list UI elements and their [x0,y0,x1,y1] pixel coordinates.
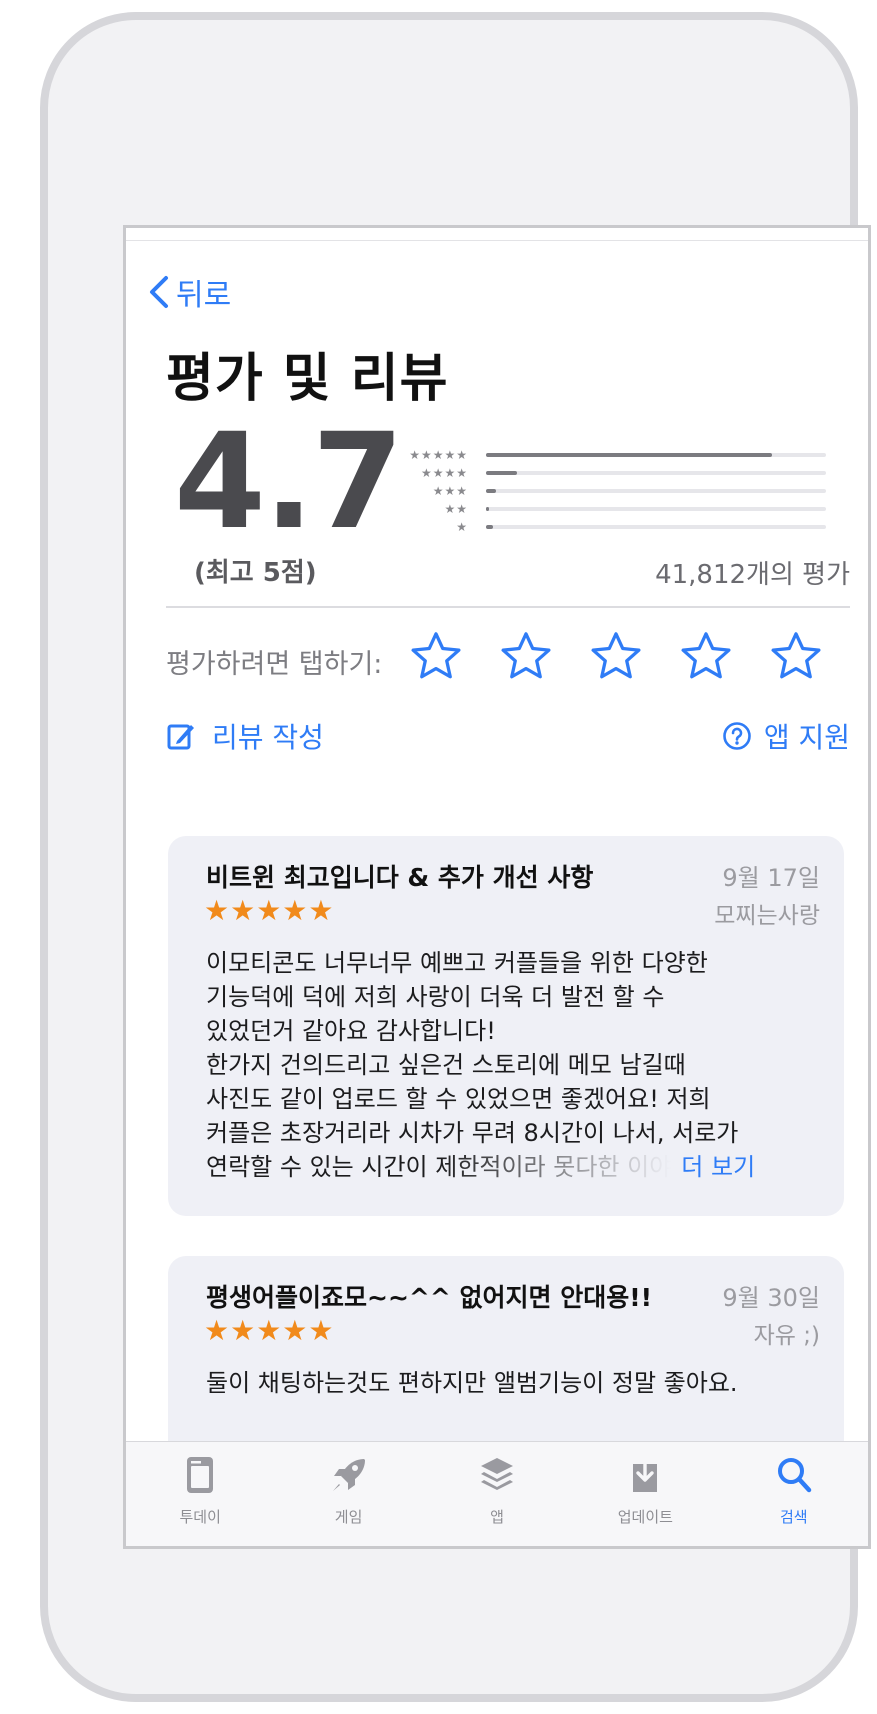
review-line: 한가지 건의드리고 싶은건 스토리에 메모 남길때 [206,1051,686,1079]
review-date: 9월 30일 [722,1284,820,1312]
review-line: 기능덕에 덕에 저희 사랑이 더욱 더 발전 할 수 [206,983,665,1011]
distribution-row-2: ★★ [396,500,868,518]
tab-search[interactable]: 검색 [734,1442,854,1546]
page-title: 평가 및 리뷰 [166,349,449,409]
download-icon [633,1456,658,1492]
review-line: 이모티콘도 너무너무 예쁘고 커플들을 위한 다양한 [206,949,708,977]
write-review-button[interactable]: 리뷰 작성 [166,716,324,756]
tab-bar: 투데이 게임 앱 업데이트 검색 [126,1441,868,1546]
distribution-bar [486,507,490,511]
rating-scale: (최고 5점) [194,558,317,588]
distribution-bar [486,489,497,493]
review-last-line-row: 연락할 수 있는 시간이 제한적이라 못다한 이야 더 보기 [206,1150,826,1184]
divider [166,606,850,608]
rating-count: 41,812개의 평가 [655,560,850,590]
tab-games[interactable]: 게임 [289,1442,409,1546]
distribution-stars: ★★★★★ [409,448,468,462]
average-rating: 4.7 [174,405,404,559]
rate-star-4-icon[interactable] [678,628,734,684]
tab-updates[interactable]: 업데이트 [585,1442,705,1546]
tab-label: 업데이트 [617,1508,673,1526]
review-author: 자유 ;) [753,1323,820,1349]
distribution-track [486,507,826,511]
more-link[interactable]: 더 보기 [681,1150,755,1184]
status-bar [126,228,868,241]
review-body: 둘이 채팅하는것도 편하지만 앨범기능이 정말 좋아요. [206,1366,826,1400]
review-stars: ★★★★★ [204,894,335,927]
review-line: 사진도 같이 업로드 할 수 있었으면 좋겠어요! 저희 [206,1085,711,1113]
tap-to-rate-stars [408,628,824,684]
distribution-track [486,453,826,457]
rating-distribution: ★★★★★ ★★★★ ★★★ ★★ ★ [396,446,868,536]
tab-label: 앱 [490,1508,504,1526]
distribution-row-5: ★★★★★ [396,446,868,464]
layers-icon [480,1458,513,1490]
app-support-button[interactable]: 앱 지원 [722,716,850,756]
back-label: 뒤로 [176,278,232,313]
review-date: 9월 17일 [722,864,820,892]
rate-star-3-icon[interactable] [588,628,644,684]
review-body: 이모티콘도 너무너무 예쁘고 커플들을 위한 다양한 기능덕에 덕에 저희 사랑… [206,946,826,1184]
distribution-stars: ★ [456,520,468,534]
rate-star-5-icon[interactable] [768,628,824,684]
app-screen: 뒤로 평가 및 리뷰 4.7 (최고 5점) ★★★★★ ★★★★ ★★★ ★★ [123,225,871,1549]
rate-star-1-icon[interactable] [408,628,464,684]
tab-apps[interactable]: 앱 [437,1442,557,1546]
tab-label: 투데이 [179,1508,221,1526]
distribution-bar [486,471,517,475]
distribution-bar [486,525,493,529]
review-title: 평생어플이죠모~~^^ 없어지면 안대용!! [206,1283,653,1312]
chevron-left-icon [150,276,168,308]
app-support-label: 앱 지원 [763,721,850,754]
distribution-track [486,525,826,529]
distribution-row-4: ★★★★ [396,464,868,482]
distribution-row-1: ★ [396,518,868,536]
distribution-stars: ★★ [444,502,468,516]
tab-today[interactable]: 투데이 [140,1442,260,1546]
review-line: 커플은 초장거리라 시차가 무려 8시간이 나서, 서로가 [206,1119,739,1147]
review-card[interactable]: 비트윈 최고입니다 & 추가 개선 사항 9월 17일 ★★★★★ 모찌는사랑 … [168,836,844,1216]
search-icon [777,1458,811,1493]
review-author: 모찌는사랑 [714,903,820,929]
rocket-icon [332,1459,365,1491]
distribution-stars: ★★★ [432,484,468,498]
help-circle-icon [723,722,751,750]
back-button[interactable]: 뒤로 [148,270,231,314]
tap-to-rate-label: 평가하려면 탭하기: [166,649,383,680]
distribution-track [486,471,826,475]
review-line: 있었던거 같아요 감사합니다! [206,1017,496,1045]
distribution-bar [486,453,772,457]
review-stars: ★★★★★ [204,1314,335,1347]
tab-label: 게임 [334,1508,363,1526]
write-review-label: 리뷰 작성 [212,721,324,754]
compose-icon [167,724,194,750]
review-title: 비트윈 최고입니다 & 추가 개선 사항 [206,863,594,892]
review-line: 둘이 채팅하는것도 편하지만 앨범기능이 정말 좋아요. [206,1369,738,1397]
tab-label: 검색 [779,1508,808,1526]
phone-frame: 뒤로 평가 및 리뷰 4.7 (최고 5점) ★★★★★ ★★★★ ★★★ ★★ [40,12,871,1702]
distribution-row-3: ★★★ [396,482,868,500]
distribution-stars: ★★★★ [420,466,468,480]
rate-star-2-icon[interactable] [498,628,554,684]
today-icon [187,1457,214,1493]
review-line: 연락할 수 있는 시간이 제한적이라 못다한 이야 [206,1150,671,1184]
distribution-track [486,489,826,493]
